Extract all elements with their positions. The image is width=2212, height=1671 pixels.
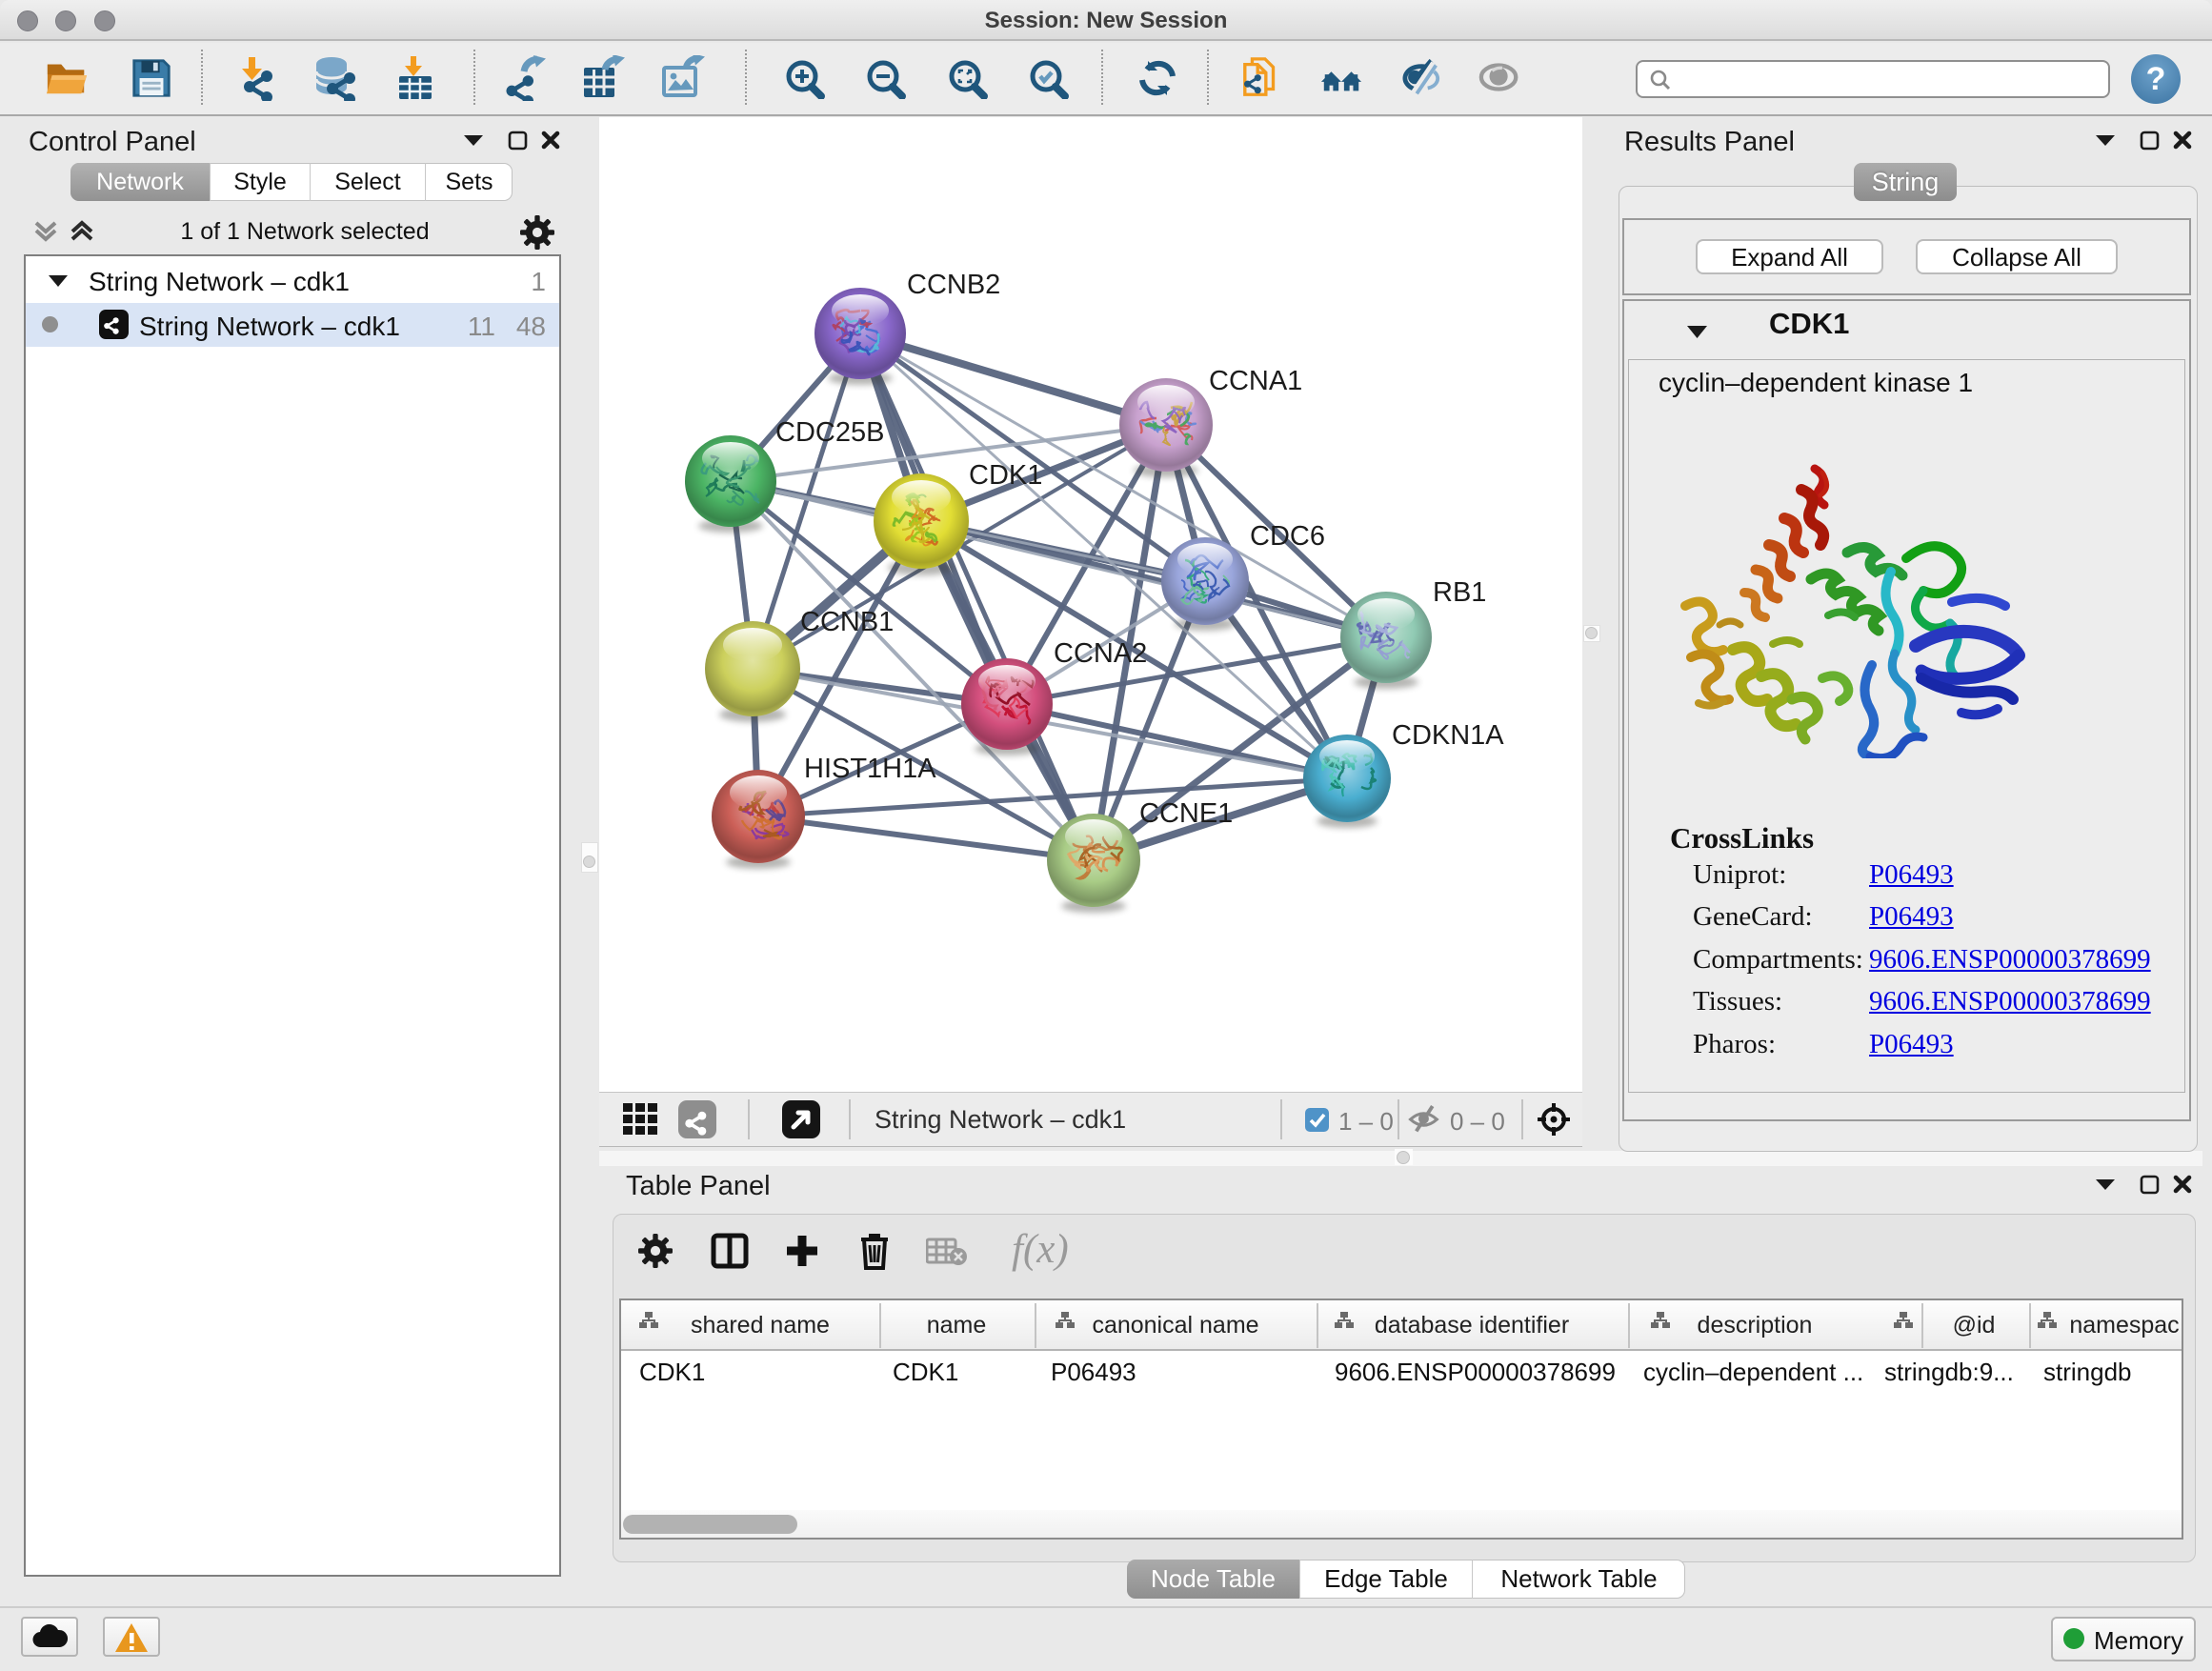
svg-text:RB1: RB1 [1433, 577, 1486, 608]
svg-text:CCNB1: CCNB1 [800, 607, 894, 637]
svg-text:CCNE1: CCNE1 [1139, 798, 1233, 829]
svg-text:CCNA2: CCNA2 [1054, 638, 1147, 669]
svg-text:CCNA1: CCNA1 [1209, 366, 1302, 396]
svg-text:CDK1: CDK1 [969, 460, 1042, 491]
svg-text:CDC6: CDC6 [1250, 521, 1325, 552]
svg-text:CCNB2: CCNB2 [907, 270, 1000, 300]
svg-text:CDC25B: CDC25B [775, 417, 884, 448]
svg-text:CDKN1A: CDKN1A [1392, 720, 1504, 751]
svg-text:HIST1H1A: HIST1H1A [804, 754, 936, 784]
